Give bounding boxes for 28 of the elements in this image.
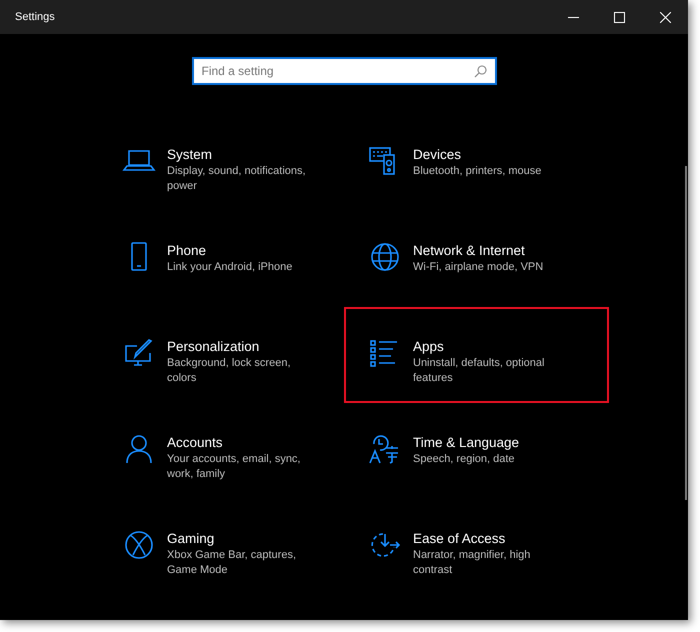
close-icon xyxy=(660,12,670,22)
category-title: Accounts xyxy=(167,434,224,452)
category-description: Uninstall, defaults, optional features xyxy=(413,356,546,386)
search-field[interactable]: Find a setting xyxy=(192,57,496,85)
category-title: Phone xyxy=(167,242,208,260)
window-title: Settings xyxy=(14,10,55,25)
category-description: Background, lock screen, colors xyxy=(167,356,292,386)
search-icon xyxy=(474,64,486,78)
scrollbar-thumb[interactable] xyxy=(685,166,687,500)
category-title: Ease of Access xyxy=(413,530,506,548)
category-title: Network & Internet xyxy=(413,242,526,260)
settings-category[interactable]: Apps Uninstall, defaults, optional features xyxy=(344,307,609,403)
category-description: Wi-Fi, airplane mode, VPN xyxy=(413,260,544,275)
category-description: Bluetooth, printers, mouse xyxy=(413,164,542,179)
category-description: Narrator, magnifier, high contrast xyxy=(413,548,532,578)
category-title: Time & Language xyxy=(413,434,520,452)
category-description: Link your Android, iPhone xyxy=(167,260,294,275)
category-description: Speech, region, date xyxy=(413,452,516,467)
category-title: Devices xyxy=(413,146,462,164)
category-title: System xyxy=(167,146,214,164)
category-description: Xbox Game Bar, captures, Game Mode xyxy=(167,548,298,578)
category-title: Apps xyxy=(413,338,445,356)
category-description: Display, sound, notifications, power xyxy=(167,164,307,194)
category-title: Gaming xyxy=(167,530,216,548)
search-input[interactable]: Find a setting xyxy=(202,62,474,80)
category-description: Your accounts, email, sync, work, family xyxy=(167,452,302,482)
maximize-icon xyxy=(614,12,624,22)
category-title: Personalization xyxy=(167,338,260,356)
